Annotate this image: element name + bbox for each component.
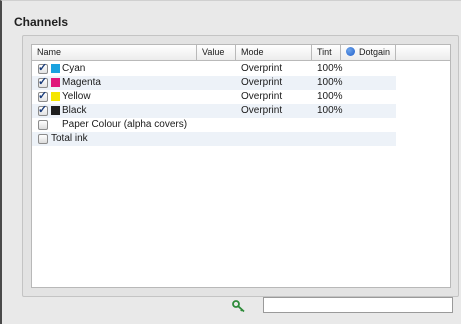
color-swatch (51, 64, 60, 73)
column-header-tint[interactable]: Tint (312, 45, 341, 61)
panel-title: Channels (14, 15, 69, 29)
checkmark-icon: ✓ (38, 90, 48, 102)
channel-name: Cyan (62, 63, 86, 74)
table-row[interactable]: ✓ Cyan Overprint 100% (32, 62, 396, 76)
channel-mode: Overprint (241, 77, 283, 88)
channel-name: Yellow (62, 91, 91, 102)
checkmark-icon: ✓ (38, 76, 48, 88)
column-header-label: Dotgain (359, 47, 391, 57)
table-row[interactable]: ✓ Yellow Overprint 100% (32, 90, 396, 104)
color-swatch (51, 78, 60, 87)
channels-table[interactable]: Name Value Mode Tint Dotgain ✓ Cyan Over… (31, 44, 451, 288)
color-swatch (51, 106, 60, 115)
channel-mode: Overprint (241, 63, 283, 74)
channel-tint: 100% (317, 77, 343, 88)
table-header: Name Value Mode Tint Dotgain (32, 45, 450, 61)
channels-panel: Channels Name Value Mode Tint Dotgain ✓ … (0, 0, 461, 324)
channels-group-box: Name Value Mode Tint Dotgain ✓ Cyan Over… (22, 35, 459, 297)
channel-tint: 100% (317, 105, 343, 116)
visibility-checkbox[interactable]: ✓ (38, 90, 48, 102)
channel-mode: Overprint (241, 105, 283, 116)
column-header-label: Tint (317, 47, 332, 57)
checkmark-icon: ✓ (38, 62, 48, 74)
column-header-name[interactable]: Name (32, 45, 197, 61)
column-header-value[interactable]: Value (197, 45, 236, 61)
channel-name: Total ink (51, 133, 88, 144)
column-header-label: Mode (241, 47, 264, 57)
visibility-checkbox[interactable]: ✓ (38, 104, 48, 116)
channel-tint: 100% (317, 63, 343, 74)
channel-name: Paper Colour (alpha covers) (62, 119, 188, 130)
visibility-checkbox[interactable]: ✓ (38, 62, 48, 74)
table-row[interactable]: Total ink (32, 132, 396, 146)
channel-name: Magenta (62, 77, 101, 88)
channel-mode: Overprint (241, 91, 283, 102)
visibility-checkbox[interactable] (38, 120, 48, 130)
table-row[interactable]: ✓ Magenta Overprint 100% (32, 76, 396, 90)
column-header-label: Value (202, 47, 225, 57)
blue-dot-icon (346, 47, 355, 56)
channel-name: Black (62, 105, 87, 116)
checkmark-icon: ✓ (38, 104, 48, 116)
color-swatch (51, 92, 60, 101)
table-row[interactable]: ✓ Black Overprint 100% (32, 104, 396, 118)
table-row[interactable]: Paper Colour (alpha covers) (32, 118, 396, 132)
visibility-checkbox[interactable] (38, 134, 48, 144)
column-header-dotgain[interactable]: Dotgain (341, 45, 396, 61)
column-header-mode[interactable]: Mode (236, 45, 312, 61)
search-key-icon[interactable] (232, 300, 248, 314)
search-input[interactable] (263, 297, 453, 313)
visibility-checkbox[interactable]: ✓ (38, 76, 48, 88)
channel-tint: 100% (317, 91, 343, 102)
column-header-label: Name (37, 47, 62, 57)
